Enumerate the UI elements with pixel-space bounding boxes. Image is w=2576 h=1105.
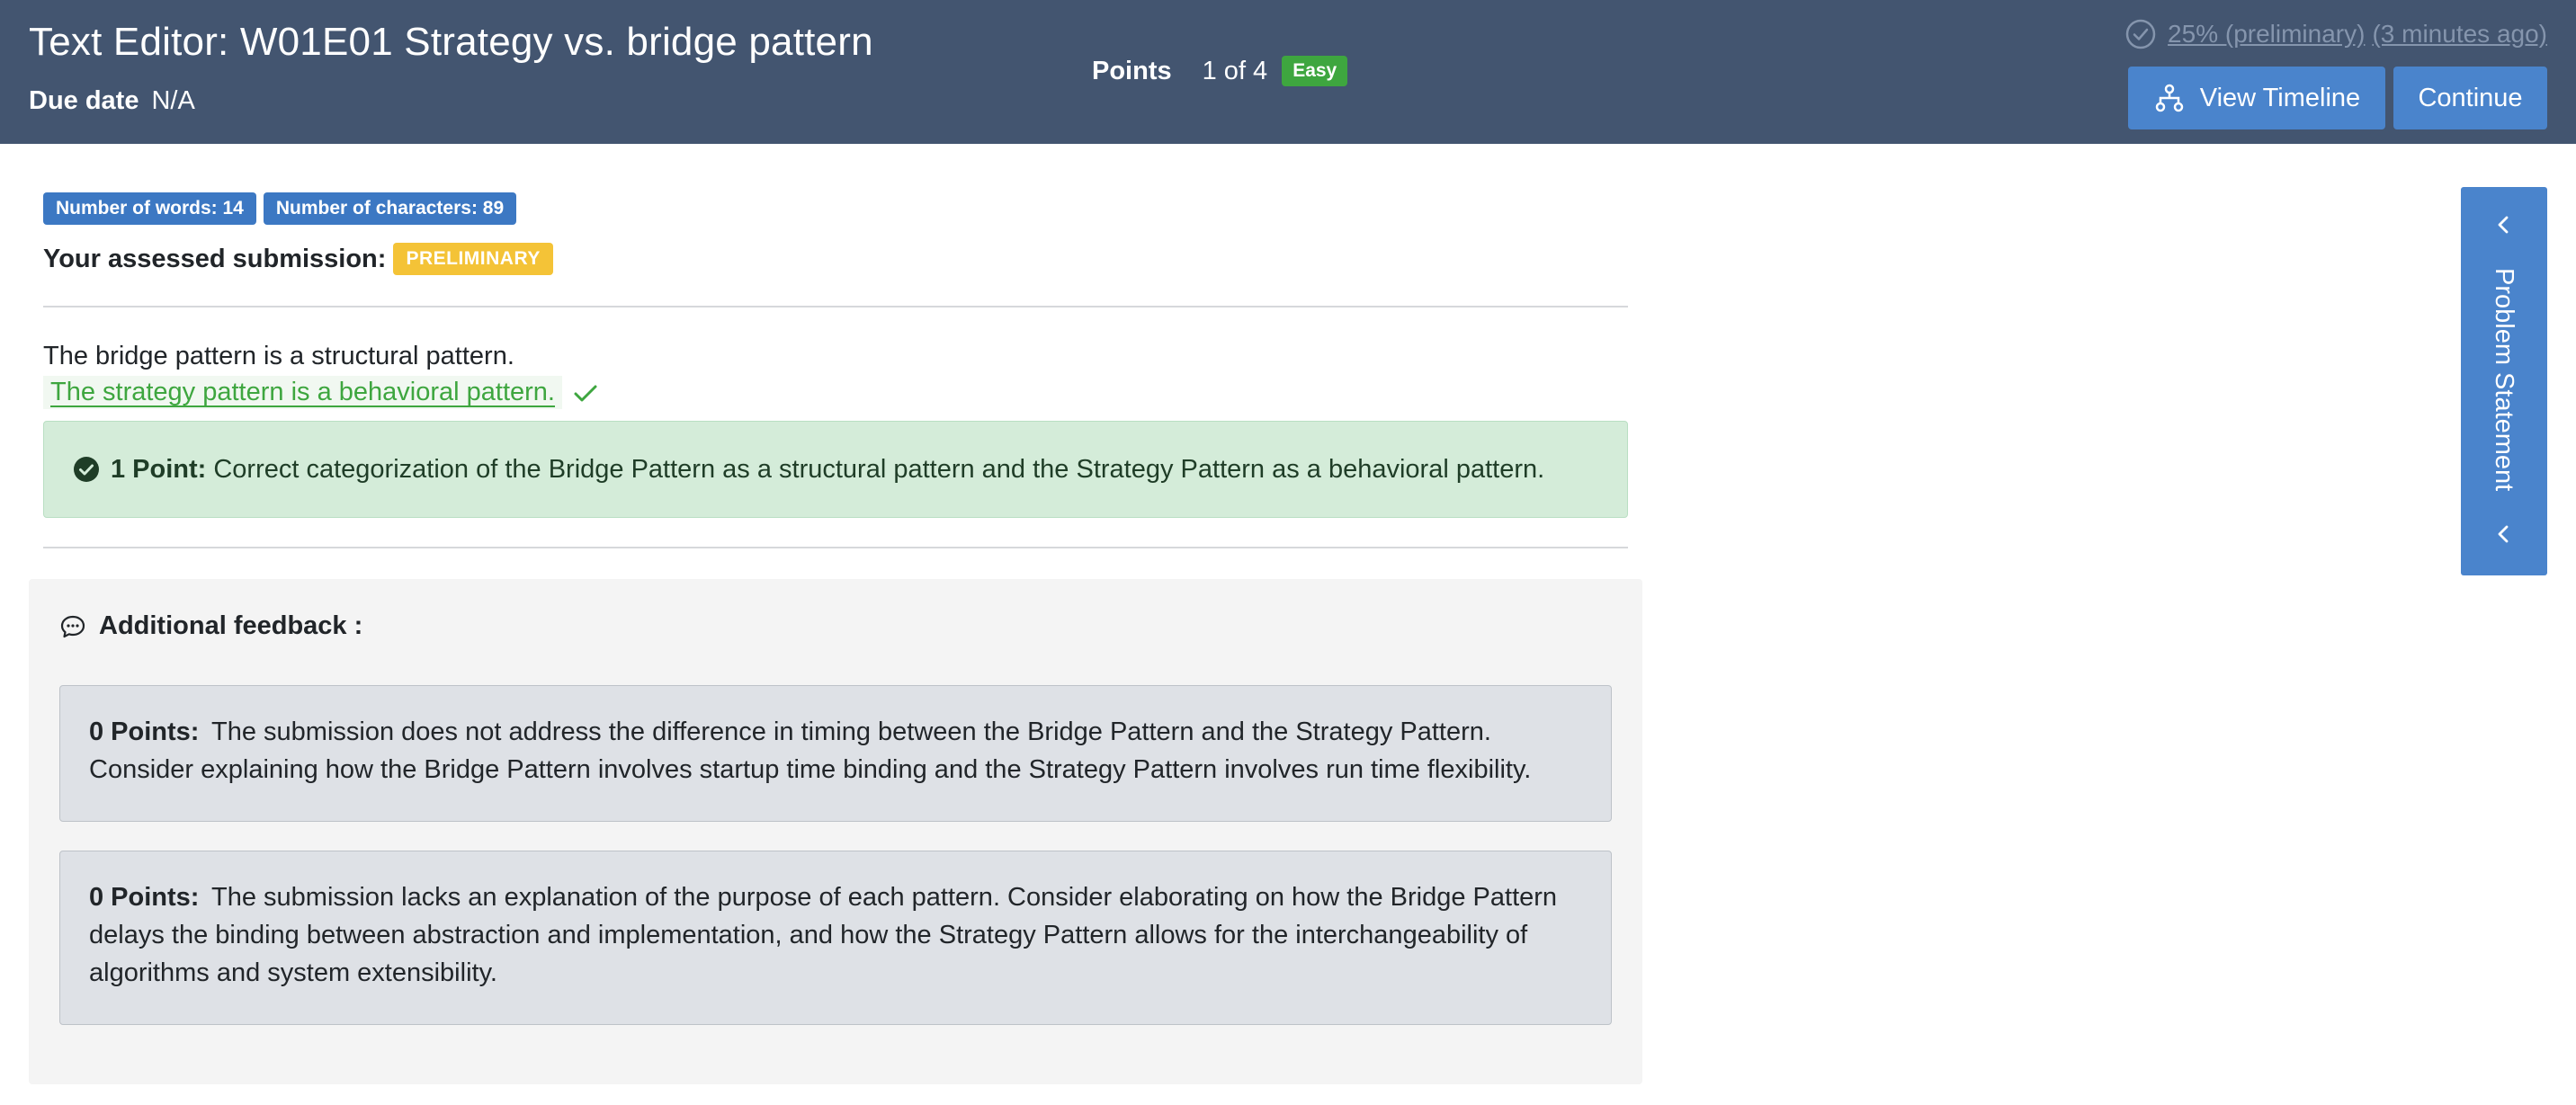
result-status: 25% (preliminary) (3 minutes ago) [2124, 18, 2547, 50]
comment-icon [60, 615, 85, 637]
timeline-icon [2155, 84, 2184, 112]
points-summary: Points 1 of 4 Easy [1092, 56, 1348, 86]
view-timeline-label: View Timeline [2199, 83, 2361, 112]
problem-statement-toggle[interactable]: Problem Statement [2461, 187, 2547, 575]
submission-line-1: The bridge pattern is a structural patte… [43, 342, 514, 370]
preliminary-badge: PRELIMINARY [393, 243, 553, 275]
character-count-badge: Number of characters: 89 [263, 192, 517, 225]
circle-check-icon [2125, 19, 2156, 49]
assessed-submission-heading: Your assessed submission: PRELIMINARY [43, 243, 553, 275]
additional-feedback-label: Additional feedback : [99, 611, 363, 640]
result-time-link[interactable]: (3 minutes ago) [2372, 20, 2547, 49]
word-count-badge: Number of words: 14 [43, 192, 256, 225]
problem-statement-label: Problem Statement [2490, 268, 2518, 492]
divider [43, 547, 1628, 548]
due-date-value: N/A [151, 86, 195, 115]
feedback-card: 0 Points: The submission does not addres… [59, 685, 1612, 822]
points-label: Points [1092, 56, 1172, 85]
feedback-card: 0 Points: The submission lacks an explan… [59, 851, 1612, 1025]
additional-feedback-title: Additional feedback : [59, 611, 362, 641]
feedback-text: Correct categorization of the Bridge Pat… [213, 454, 1545, 484]
difficulty-badge: Easy [1282, 56, 1348, 86]
result-score-link[interactable]: 25% (preliminary) [2168, 20, 2365, 49]
assessed-submission-label: Your assessed submission: [43, 244, 387, 273]
circle-check-icon [74, 457, 99, 482]
feedback-card-points: 0 Points: [89, 883, 200, 912]
due-date-label: Due date [29, 86, 139, 115]
check-icon [574, 385, 597, 401]
divider [43, 306, 1628, 307]
submission-feedback-box: 1 Point: Correct categorization of the B… [43, 421, 1628, 518]
chevron-left-icon[interactable] [2491, 212, 2517, 237]
view-timeline-button[interactable]: View Timeline [2128, 67, 2385, 129]
continue-button[interactable]: Continue [2393, 67, 2547, 129]
feedback-card-text: The submission lacks an explanation of t… [89, 883, 1558, 987]
feedback-card-points: 0 Points: [89, 717, 200, 746]
feedback-points: 1 Point: [111, 454, 207, 484]
highlighted-submission-text[interactable]: The strategy pattern is a behavioral pat… [43, 376, 562, 409]
exercise-header: Text Editor: W01E01 Strategy vs. bridge … [0, 0, 2576, 144]
submission-stats: Number of words: 14 Number of characters… [43, 192, 517, 225]
chevron-left-icon[interactable] [2491, 521, 2517, 547]
submission-line-2: The strategy pattern is a behavioral pat… [43, 376, 600, 409]
feedback-card-text: The submission does not address the diff… [89, 717, 1532, 784]
additional-feedback-panel: Additional feedback : 0 Points: The subm… [29, 579, 1642, 1084]
points-value: 1 of 4 [1202, 56, 1268, 85]
due-date: Due date N/A [29, 86, 195, 116]
page-title: Text Editor: W01E01 Strategy vs. bridge … [29, 20, 873, 64]
